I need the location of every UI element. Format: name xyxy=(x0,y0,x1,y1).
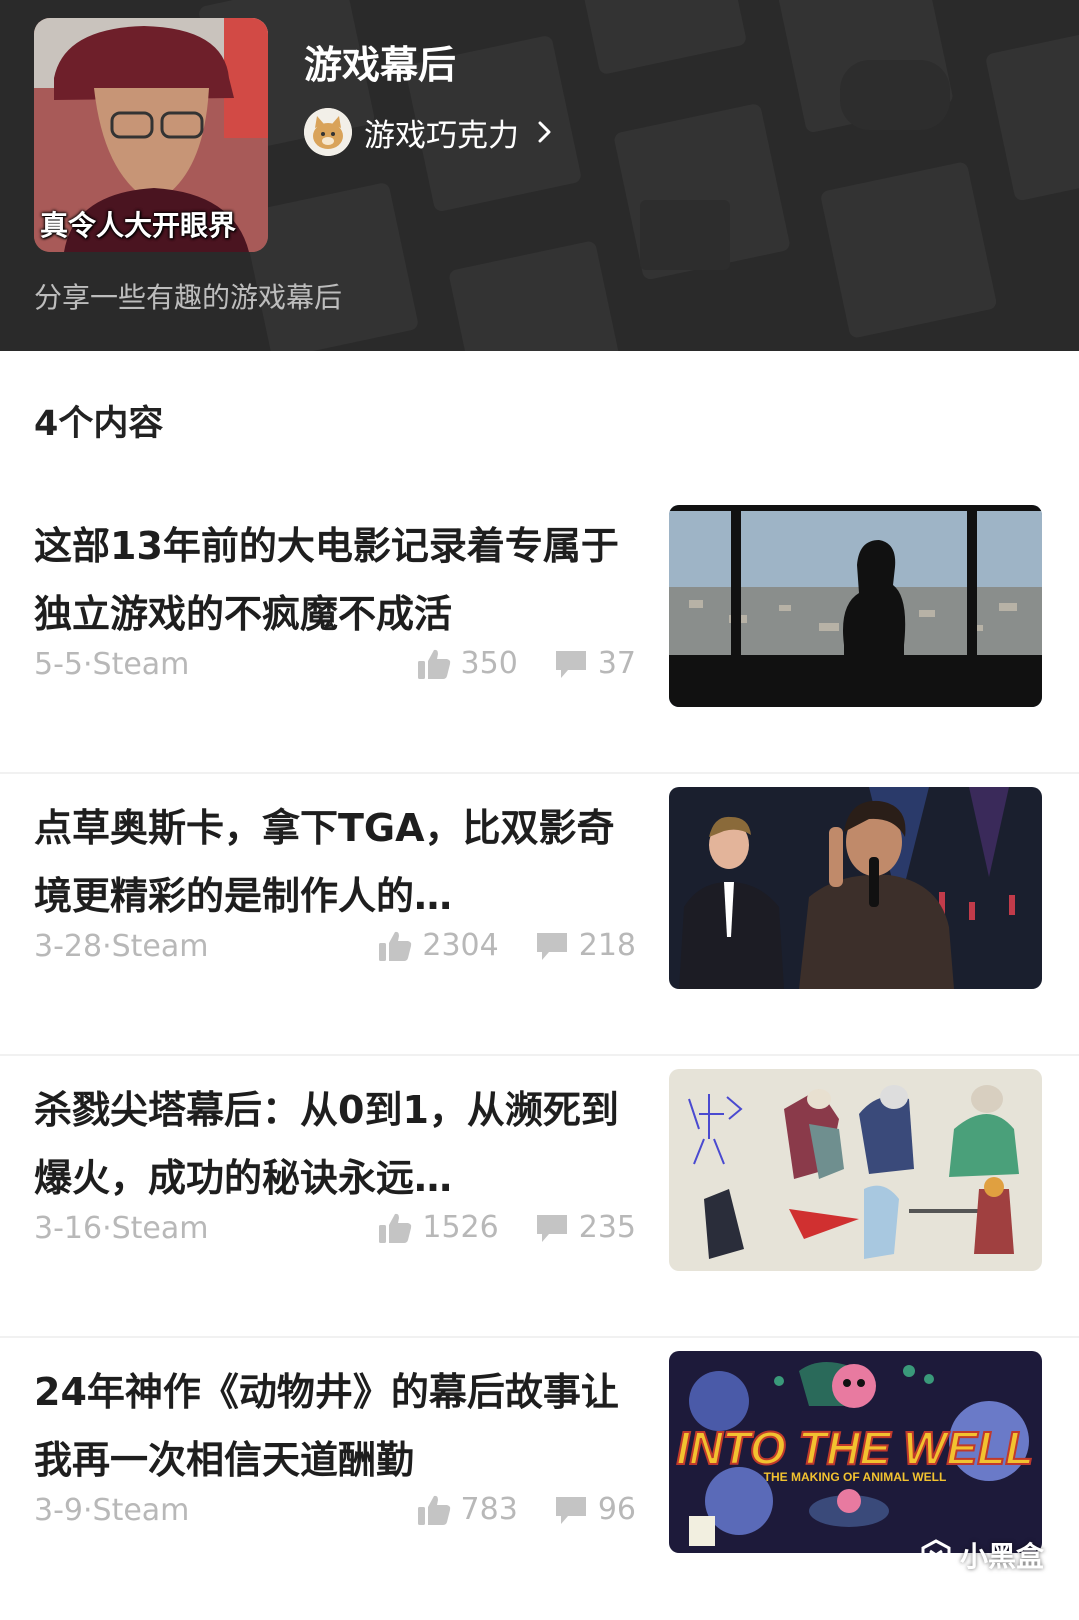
like-count-value: 1526 xyxy=(422,1210,499,1245)
character-sketches-image xyxy=(669,1069,1042,1271)
article-stats: 2304 218 xyxy=(378,928,636,963)
article-stats: 350 37 xyxy=(417,646,636,681)
silhouette-city-window-image xyxy=(669,505,1042,707)
comment-icon xyxy=(555,1496,586,1524)
article-stats: 1526 235 xyxy=(378,1210,636,1245)
award-stage-photo-image xyxy=(669,787,1042,989)
content-count: 4个内容 xyxy=(34,404,164,444)
comment-count[interactable]: 218 xyxy=(535,928,636,963)
article-thumbnail[interactable]: INTO THE WELL THE MAKING OF ANIMAL WELL xyxy=(669,1351,1042,1553)
article-meta: 5-5·Steam xyxy=(34,647,190,682)
comment-count-value: 218 xyxy=(578,928,636,963)
article-thumbnail[interactable] xyxy=(669,787,1042,989)
article-meta: 3-16·Steam xyxy=(34,1211,209,1246)
article-item[interactable]: 24年神作《动物井》的幕后故事让我再一次相信天道酬勤 3-9·Steam 783… xyxy=(0,1338,1079,1620)
like-count-value: 783 xyxy=(460,1492,518,1527)
app-watermark: 小黑盒 xyxy=(920,1535,1044,1575)
cover-caption: 真令人大开眼界 xyxy=(40,209,237,242)
animal-well-poster-image: INTO THE WELL THE MAKING OF ANIMAL WELL xyxy=(669,1351,1042,1553)
comment-count[interactable]: 37 xyxy=(554,646,636,681)
article-thumbnail[interactable] xyxy=(669,505,1042,707)
comment-icon xyxy=(555,650,586,678)
like-count[interactable]: 783 xyxy=(417,1492,518,1527)
article-thumbnail[interactable] xyxy=(669,1069,1042,1271)
thumbs-up-icon xyxy=(417,649,450,679)
collection-header: 真令人大开眼界 游戏幕后 游戏巧克力 分享一些有趣的游戏幕后 xyxy=(0,0,1079,351)
thumbs-up-icon xyxy=(417,1495,450,1525)
article-item[interactable]: 这部13年前的大电影记录着专属于独立游戏的不疯魔不成活 5-5·Steam 35… xyxy=(0,492,1079,774)
comment-icon xyxy=(536,1214,567,1242)
like-count[interactable]: 1526 xyxy=(378,1210,499,1245)
thumbs-up-icon xyxy=(379,1213,412,1243)
article-title[interactable]: 点草奥斯卡，拿下TGA，比双影奇境更精彩的是制作人的… xyxy=(34,794,644,930)
collection-cover-image[interactable]: 真令人大开眼界 xyxy=(34,18,268,252)
comment-count-value: 96 xyxy=(597,1492,636,1527)
article-meta: 3-28·Steam xyxy=(34,929,209,964)
author-avatar[interactable] xyxy=(304,108,352,156)
article-item[interactable]: 点草奥斯卡，拿下TGA，比双影奇境更精彩的是制作人的… 3-28·Steam 2… xyxy=(0,774,1079,1056)
article-meta: 3-9·Steam xyxy=(34,1493,190,1528)
watermark-text: 小黑盒 xyxy=(960,1540,1045,1573)
cat-avatar-icon xyxy=(304,108,352,156)
thumbs-up-icon xyxy=(379,931,412,961)
comment-count-value: 37 xyxy=(597,646,636,681)
article-item[interactable]: 杀戮尖塔幕后：从0到1，从濒死到爆火，成功的秘诀永远… 3-16·Steam 1… xyxy=(0,1056,1079,1338)
article-title[interactable]: 24年神作《动物井》的幕后故事让我再一次相信天道酬勤 xyxy=(34,1358,644,1494)
author-link[interactable]: 游戏巧克力 xyxy=(304,107,553,157)
article-stats: 783 96 xyxy=(417,1492,636,1527)
like-count-value: 350 xyxy=(460,646,518,681)
like-count[interactable]: 350 xyxy=(417,646,518,681)
article-title[interactable]: 这部13年前的大电影记录着专属于独立游戏的不疯魔不成活 xyxy=(34,512,644,648)
comment-count[interactable]: 235 xyxy=(535,1210,636,1245)
comment-count-value: 235 xyxy=(578,1210,636,1245)
article-title[interactable]: 杀戮尖塔幕后：从0到1，从濒死到爆火，成功的秘诀永远… xyxy=(34,1076,644,1212)
thumb-subtitle-text: THE MAKING OF ANIMAL WELL xyxy=(764,1470,947,1484)
heybox-logo-icon xyxy=(921,1539,951,1571)
collection-title: 游戏幕后 xyxy=(304,43,457,87)
collection-description: 分享一些有趣的游戏幕后 xyxy=(34,281,343,314)
comment-count[interactable]: 96 xyxy=(554,1492,636,1527)
thumb-title-text: INTO THE WELL xyxy=(677,1422,1034,1474)
author-name[interactable]: 游戏巧克力 xyxy=(364,110,519,155)
like-count-value: 2304 xyxy=(422,928,499,963)
comment-icon xyxy=(536,932,567,960)
like-count[interactable]: 2304 xyxy=(378,928,499,963)
chevron-right-icon xyxy=(538,121,551,143)
